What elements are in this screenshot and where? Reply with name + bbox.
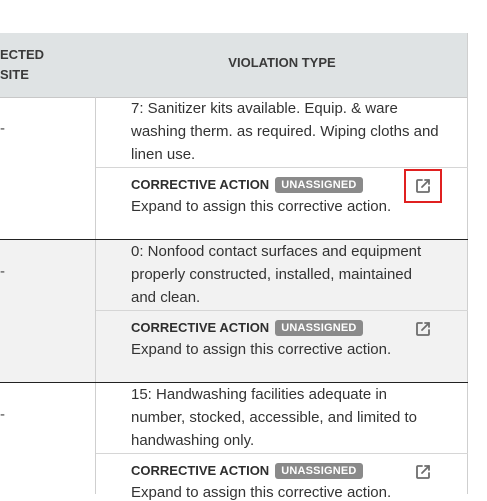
violation-type-column-header: VIOLATION TYPE <box>228 55 336 70</box>
corrective-action-block[interactable]: CORRECTIVE ACTION UNASSIGNED Expand to as… <box>131 176 451 215</box>
affected-site-value: - <box>0 120 5 137</box>
column-divider <box>95 97 96 494</box>
status-badge: UNASSIGNED <box>275 176 363 193</box>
corrective-action-label: CORRECTIVE ACTION <box>131 320 270 336</box>
affected-site-value: - <box>0 406 5 423</box>
header-label-line2: SITE <box>0 67 29 82</box>
table-right-border <box>467 33 468 494</box>
focused-icon-outline <box>404 169 442 203</box>
corrective-action-block[interactable]: CORRECTIVE ACTION UNASSIGNED Expand to as… <box>131 462 451 501</box>
status-badge: UNASSIGNED <box>275 462 363 479</box>
corrective-action-label: CORRECTIVE ACTION <box>131 463 270 479</box>
status-badge: UNASSIGNED <box>275 319 363 336</box>
affected-site-value: - <box>0 263 5 280</box>
corrective-action-description: Expand to assign this corrective action. <box>131 484 392 501</box>
header-label-line1: ECTED <box>0 47 45 62</box>
external-link-icon[interactable] <box>415 464 431 480</box>
corrective-action-block[interactable]: CORRECTIVE ACTION UNASSIGNED Expand to as… <box>131 319 451 358</box>
corrective-action-description: Expand to assign this corrective action. <box>131 341 392 358</box>
row-divider <box>96 310 468 311</box>
violation-text: 15: Handwashing facilities adequate in n… <box>131 386 417 449</box>
violation-text: 7: Sanitizer kits available. Equip. & wa… <box>131 100 439 163</box>
corrective-action-description: Expand to assign this corrective action. <box>131 198 392 215</box>
row-divider <box>96 453 468 454</box>
affected-site-column-header: ECTED SITE <box>0 45 90 85</box>
external-link-icon[interactable] <box>415 321 431 337</box>
violation-text: 0: Nonfood contact surfaces and equipmen… <box>131 243 422 306</box>
table-header: ECTED SITE VIOLATION TYPE <box>0 33 468 98</box>
row-divider <box>96 167 468 168</box>
corrective-action-label: CORRECTIVE ACTION <box>131 177 270 193</box>
